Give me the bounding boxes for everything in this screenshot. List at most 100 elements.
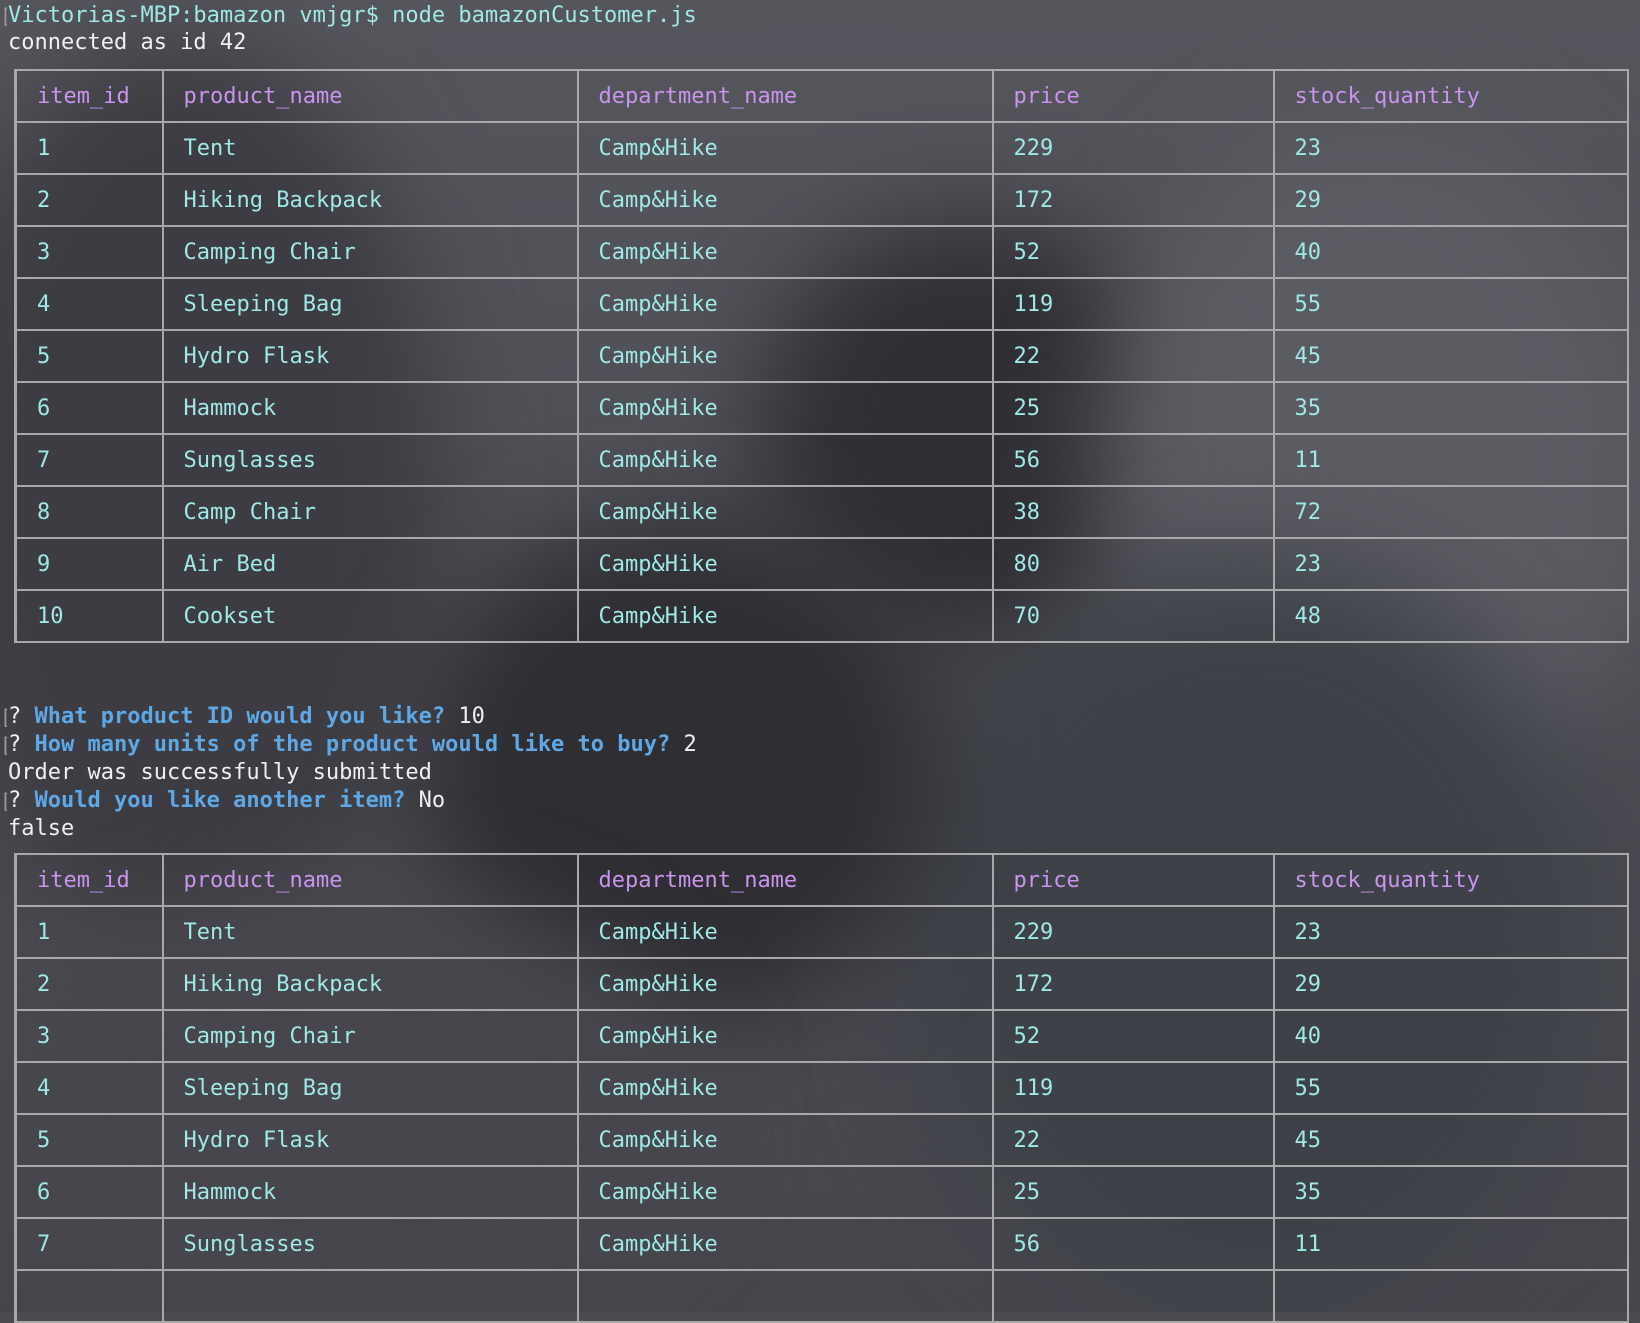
cell-item-id: 2	[14, 173, 164, 227]
table-header-row: item_id product_name department_name price s…	[14, 69, 1629, 123]
column-header-product-name: product_name	[161, 853, 579, 907]
cell-department-name: Camp&Hike	[576, 1009, 994, 1063]
cell-item-id: 7	[14, 1217, 164, 1271]
cell-department-name: Camp&Hike	[576, 905, 994, 959]
cell-product-name: Camping Chair	[161, 1009, 579, 1063]
cell-price: 172	[991, 173, 1275, 227]
cell-department-name: Camp&Hike	[576, 121, 994, 175]
column-header-department-name: department_name	[576, 853, 994, 907]
table-row: 1 Tent Camp&Hike 229 23	[14, 905, 1629, 959]
column-header-product-name: product_name	[161, 69, 579, 123]
cell-empty	[576, 1269, 994, 1323]
cell-product-name: Sleeping Bag	[161, 1061, 579, 1115]
table-row: 9 Air Bed Camp&Hike 80 23	[14, 537, 1629, 591]
cell-product-name: Camp Chair	[161, 485, 579, 539]
question-mark: ?	[8, 704, 22, 729]
cell-stock-quantity: 40	[1272, 1009, 1629, 1063]
cell-product-name: Hiking Backpack	[161, 957, 579, 1011]
table-header-row: item_id product_name department_name price s…	[14, 853, 1629, 907]
cell-stock-quantity: 29	[1272, 957, 1629, 1011]
cell-price: 52	[991, 1009, 1275, 1063]
cell-product-name: Sleeping Bag	[161, 277, 579, 331]
cell-department-name: Camp&Hike	[576, 1113, 994, 1167]
table-row: 4 Sleeping Bag Camp&Hike 119 55	[14, 277, 1629, 331]
cell-price: 70	[991, 589, 1275, 643]
table-row: 2 Hiking Backpack Camp&Hike 172 29	[14, 173, 1629, 227]
cell-price: 80	[991, 537, 1275, 591]
cell-stock-quantity: 45	[1272, 329, 1629, 383]
cell-item-id: 3	[14, 225, 164, 279]
cell-department-name: Camp&Hike	[576, 173, 994, 227]
cell-price: 119	[991, 277, 1275, 331]
cell-product-name: Cookset	[161, 589, 579, 643]
table-row: 6 Hammock Camp&Hike 25 35	[14, 381, 1629, 435]
cell-price: 56	[991, 433, 1275, 487]
column-header-price: price	[991, 853, 1275, 907]
cell-stock-quantity: 35	[1272, 1165, 1629, 1219]
answer-product-id: 10	[458, 704, 485, 729]
cell-item-id: 10	[14, 589, 164, 643]
cell-item-id: 4	[14, 277, 164, 331]
cell-price: 172	[991, 957, 1275, 1011]
question-product-id: What product ID would you like?	[34, 704, 446, 729]
cell-department-name: Camp&Hike	[576, 433, 994, 487]
table-row: 1 Tent Camp&Hike 229 23	[14, 121, 1629, 175]
cell-item-id: 1	[14, 121, 164, 175]
line-marker: [	[0, 2, 7, 30]
cell-product-name: Hiking Backpack	[161, 173, 579, 227]
cell-price: 22	[991, 329, 1275, 383]
table-row-clipped	[14, 1269, 1629, 1323]
cell-item-id: 4	[14, 1061, 164, 1115]
cell-product-name: Hydro Flask	[161, 1113, 579, 1167]
question-units-line: ? How many units of the product would li…	[8, 731, 697, 759]
cell-item-id: 6	[14, 1165, 164, 1219]
cell-stock-quantity: 48	[1272, 589, 1629, 643]
false-output-line: false	[8, 816, 75, 841]
column-header-item-id: item_id	[14, 69, 164, 123]
table-row: 7 Sunglasses Camp&Hike 56 11	[14, 433, 1629, 487]
table-row: 3 Camping Chair Camp&Hike 52 40	[14, 225, 1629, 279]
cell-department-name: Camp&Hike	[576, 957, 994, 1011]
cell-item-id: 7	[14, 433, 164, 487]
question-another-item: Would you like another item?	[34, 788, 406, 813]
cell-item-id: 2	[14, 957, 164, 1011]
line-marker: [	[0, 731, 7, 759]
table-row: 8 Camp Chair Camp&Hike 38 72	[14, 485, 1629, 539]
cell-product-name: Camping Chair	[161, 225, 579, 279]
cell-price: 25	[991, 381, 1275, 435]
cell-department-name: Camp&Hike	[576, 1217, 994, 1271]
question-another-item-line: ? Would you like another item? No	[8, 787, 445, 815]
cell-product-name: Hammock	[161, 381, 579, 435]
connected-status-line: connected as id 42	[8, 30, 247, 55]
line-marker: [	[0, 703, 7, 731]
cell-product-name: Air Bed	[161, 537, 579, 591]
cell-stock-quantity: 11	[1272, 433, 1629, 487]
cell-price: 25	[991, 1165, 1275, 1219]
cell-price: 229	[991, 905, 1275, 959]
products-table-updated: item_id product_name department_name price s…	[14, 853, 1629, 1323]
line-marker: [	[0, 787, 7, 815]
column-header-stock-quantity: stock_quantity	[1272, 69, 1629, 123]
cell-price: 52	[991, 225, 1275, 279]
table-row: 7 Sunglasses Camp&Hike 56 11	[14, 1217, 1629, 1271]
cell-product-name: Hammock	[161, 1165, 579, 1219]
cell-department-name: Camp&Hike	[576, 1165, 994, 1219]
cell-item-id: 3	[14, 1009, 164, 1063]
table-row: 4 Sleeping Bag Camp&Hike 119 55	[14, 1061, 1629, 1115]
question-units: How many units of the product would like…	[34, 732, 671, 757]
cell-product-name: Sunglasses	[161, 1217, 579, 1271]
cell-stock-quantity: 55	[1272, 1061, 1629, 1115]
column-header-stock-quantity: stock_quantity	[1272, 853, 1629, 907]
cell-department-name: Camp&Hike	[576, 589, 994, 643]
cell-stock-quantity: 35	[1272, 381, 1629, 435]
terminal-window[interactable]: [ Victorias-MBP:bamazon vmjgr$ node bama…	[0, 0, 1640, 1323]
question-product-id-line: ? What product ID would you like? 10	[8, 703, 485, 731]
cell-price: 38	[991, 485, 1275, 539]
cell-price: 22	[991, 1113, 1275, 1167]
cell-stock-quantity: 55	[1272, 277, 1629, 331]
table-row: 10 Cookset Camp&Hike 70 48	[14, 589, 1629, 643]
table-row: 2 Hiking Backpack Camp&Hike 172 29	[14, 957, 1629, 1011]
cell-stock-quantity: 23	[1272, 121, 1629, 175]
cell-item-id: 6	[14, 381, 164, 435]
order-confirmation-line: Order was successfully submitted	[8, 760, 432, 785]
